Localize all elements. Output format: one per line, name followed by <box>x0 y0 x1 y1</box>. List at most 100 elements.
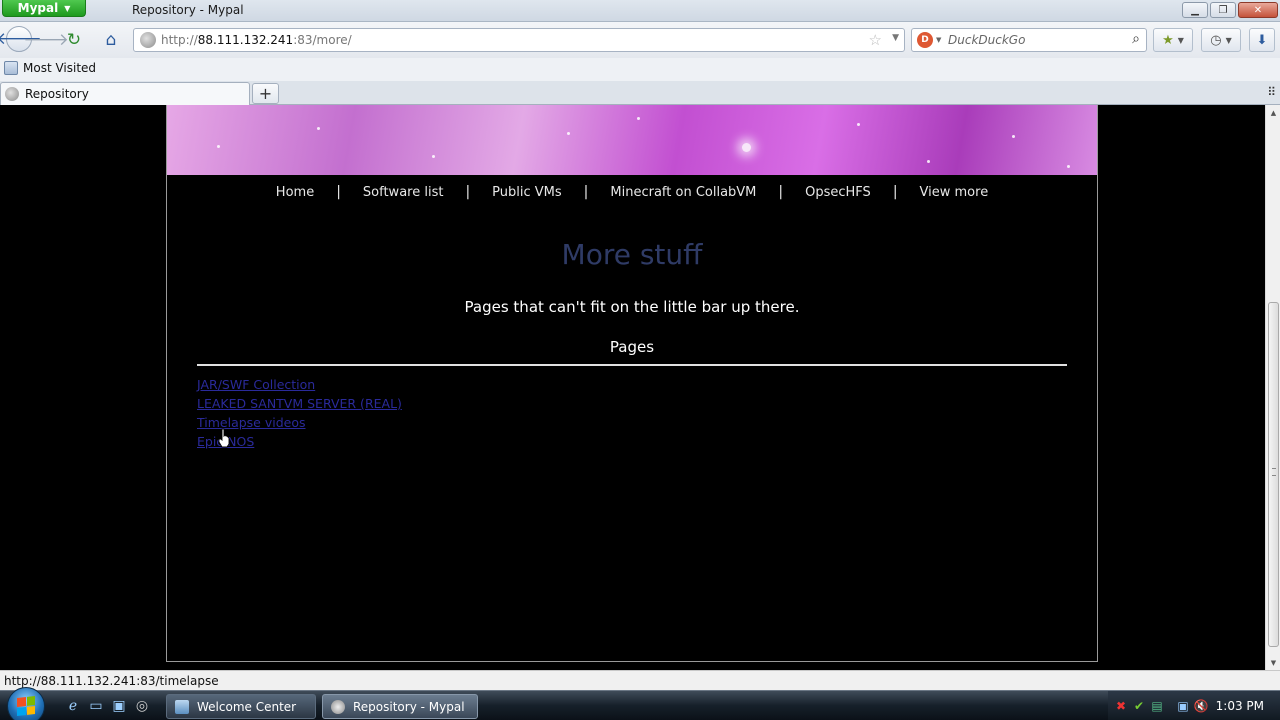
start-button[interactable] <box>7 687 45 720</box>
url-path: :83/more/ <box>293 33 352 47</box>
star-sparkle <box>567 132 570 135</box>
scroll-up-icon[interactable]: ▲ <box>1266 105 1280 120</box>
globe-icon <box>5 87 19 101</box>
home-icon: ⌂ <box>105 30 117 50</box>
app-menu-button[interactable]: Mypal ▼ <box>2 0 86 17</box>
bookmarks-toolbar: Most Visited <box>0 58 1280 81</box>
link-jar-swf-collection[interactable]: JAR/SWF Collection <box>197 375 402 394</box>
nav-separator: | <box>778 184 784 200</box>
taskbar-welcome-center[interactable]: Welcome Center <box>166 694 316 719</box>
folder-icon <box>4 61 18 75</box>
nav-view-more[interactable]: View more <box>909 185 1000 200</box>
nav-separator: | <box>465 184 471 200</box>
network-icon[interactable]: ▣ <box>1176 699 1190 713</box>
chevron-down-icon[interactable]: ▼ <box>892 33 899 43</box>
home-button[interactable]: ⌂ <box>99 28 123 52</box>
tab-repository[interactable]: Repository <box>0 82 250 105</box>
nav-separator: | <box>892 184 898 200</box>
check-icon[interactable]: ✔ <box>1132 699 1146 713</box>
new-tab-button[interactable]: + <box>252 83 279 104</box>
star-sparkle <box>742 143 751 152</box>
search-icon[interactable]: ⌕ <box>1132 31 1140 47</box>
link-leaked-santvm-server[interactable]: LEAKED SANTVM SERVER (REAL) <box>197 394 402 413</box>
switch-windows-icon[interactable]: ▣ <box>110 697 128 715</box>
page-subtitle: Pages that can't fit on the little bar u… <box>464 298 800 316</box>
nav-separator: | <box>583 184 589 200</box>
download-icon: ⬇ <box>1256 32 1268 48</box>
star-sparkle <box>432 155 435 158</box>
reload-button[interactable]: ↻ <box>62 28 86 52</box>
clock[interactable]: 1:03 PM <box>1216 699 1264 713</box>
chevron-down-icon: ▼ <box>1177 35 1184 45</box>
volume-muted-icon[interactable]: 🔇 <box>1194 699 1209 713</box>
star-sparkle <box>1012 135 1015 138</box>
list-all-tabs-button[interactable]: ⠿ <box>1267 85 1276 99</box>
page-title: More stuff <box>561 238 703 271</box>
address-bar[interactable]: http://88.111.132.241:83/more/ ☆ ▼ <box>133 28 905 52</box>
nav-minecraft[interactable]: Minecraft on CollabVM <box>599 185 767 200</box>
minimize-button[interactable]: ▁ <box>1182 2 1208 18</box>
internet-explorer-icon[interactable]: ℯ <box>64 697 82 715</box>
nav-opsechfs[interactable]: OpsecHFS <box>794 185 882 200</box>
system-tray: ✖ ✔ ▤ ▣ 🔇 1:03 PM <box>1108 691 1280 720</box>
page-container: Home | Software list | Public VMs | Mine… <box>166 105 1098 662</box>
navigation-toolbar: 🡐 🡒 ↻ ⌂ http://88.111.132.241:83/more/ ☆… <box>0 22 1280 58</box>
nav-home[interactable]: Home <box>265 185 325 200</box>
address-text: http://88.111.132.241:83/more/ <box>161 33 352 47</box>
downloads-button[interactable]: ⬇ <box>1249 28 1275 52</box>
duckduckgo-icon[interactable]: D <box>917 32 933 48</box>
vertical-scrollbar[interactable]: ▲ ▼ <box>1265 105 1280 670</box>
bookmark-label: Most Visited <box>23 61 97 75</box>
page-viewport: Home | Software list | Public VMs | Mine… <box>0 105 1265 670</box>
search-placeholder: DuckDuckGo <box>948 33 1026 47</box>
plus-icon: + <box>258 84 273 103</box>
link-timelapse-videos[interactable]: Timelapse videos <box>197 413 402 432</box>
bookmark-most-visited[interactable]: Most Visited <box>4 61 96 75</box>
scroll-down-icon[interactable]: ▼ <box>1266 655 1280 670</box>
history-menu-button[interactable]: ◷ ▼ <box>1201 28 1241 52</box>
url-host: 88.111.132.241 <box>197 33 294 47</box>
taskbar-button-label: Welcome Center <box>197 699 297 714</box>
section-title: Pages <box>609 338 655 356</box>
star-sparkle <box>637 117 640 120</box>
bookmarks-menu-button[interactable]: ★ ▼ <box>1153 28 1193 52</box>
url-scheme: http:// <box>161 33 198 47</box>
taskbar-button-label: Repository - Mypal <box>353 699 465 714</box>
star-sparkle <box>317 127 320 130</box>
status-bar: http://88.111.132.241:83/timelapse <box>0 670 1280 690</box>
taskbar: ℯ ▭ ▣ ◎ Welcome Center Repository - Mypa… <box>0 687 1280 720</box>
window-icon <box>175 699 189 714</box>
globe-icon <box>140 32 156 48</box>
taskbar-repository-mypal[interactable]: Repository - Mypal <box>322 694 478 719</box>
windows-logo-icon <box>17 696 35 716</box>
chevron-down-icon: ▼ <box>1225 35 1232 45</box>
app-menu-label: Mypal <box>17 1 59 15</box>
bookmark-star-icon[interactable]: ☆ <box>869 31 882 49</box>
divider <box>197 364 1067 366</box>
mypal-quicklaunch-icon[interactable]: ◎ <box>133 697 151 715</box>
link-epic-nos[interactable]: Epic NOS <box>197 432 402 451</box>
forward-button[interactable]: 🡒 <box>23 28 69 52</box>
grid-icon: ⠿ <box>1267 85 1276 99</box>
update-icon[interactable]: ▤ <box>1150 699 1164 713</box>
nav-software-list[interactable]: Software list <box>352 185 455 200</box>
star-sparkle <box>927 160 930 163</box>
chevron-down-icon[interactable]: ▼ <box>936 36 941 44</box>
nav-public-vms[interactable]: Public VMs <box>481 185 573 200</box>
chevron-down-icon: ▼ <box>64 3 71 13</box>
tab-strip: Repository + ⠿ <box>0 81 1280 105</box>
star-sparkle <box>1067 165 1070 168</box>
search-bar[interactable]: D ▼ DuckDuckGo ⌕ <box>911 28 1147 52</box>
bookmarks-icon: ★ <box>1162 32 1174 48</box>
security-alert-icon[interactable]: ✖ <box>1114 699 1128 713</box>
site-nav: Home | Software list | Public VMs | Mine… <box>167 181 1097 203</box>
star-sparkle <box>217 145 220 148</box>
close-button[interactable]: ✕ <box>1238 2 1278 18</box>
tab-label: Repository <box>25 87 89 101</box>
reload-icon: ↻ <box>66 30 82 50</box>
clock-icon: ◷ <box>1210 32 1222 48</box>
scrollbar-thumb[interactable] <box>1268 302 1279 647</box>
show-desktop-icon[interactable]: ▭ <box>87 697 105 715</box>
restore-button[interactable]: ❐ <box>1210 2 1236 18</box>
header-banner <box>167 105 1097 175</box>
